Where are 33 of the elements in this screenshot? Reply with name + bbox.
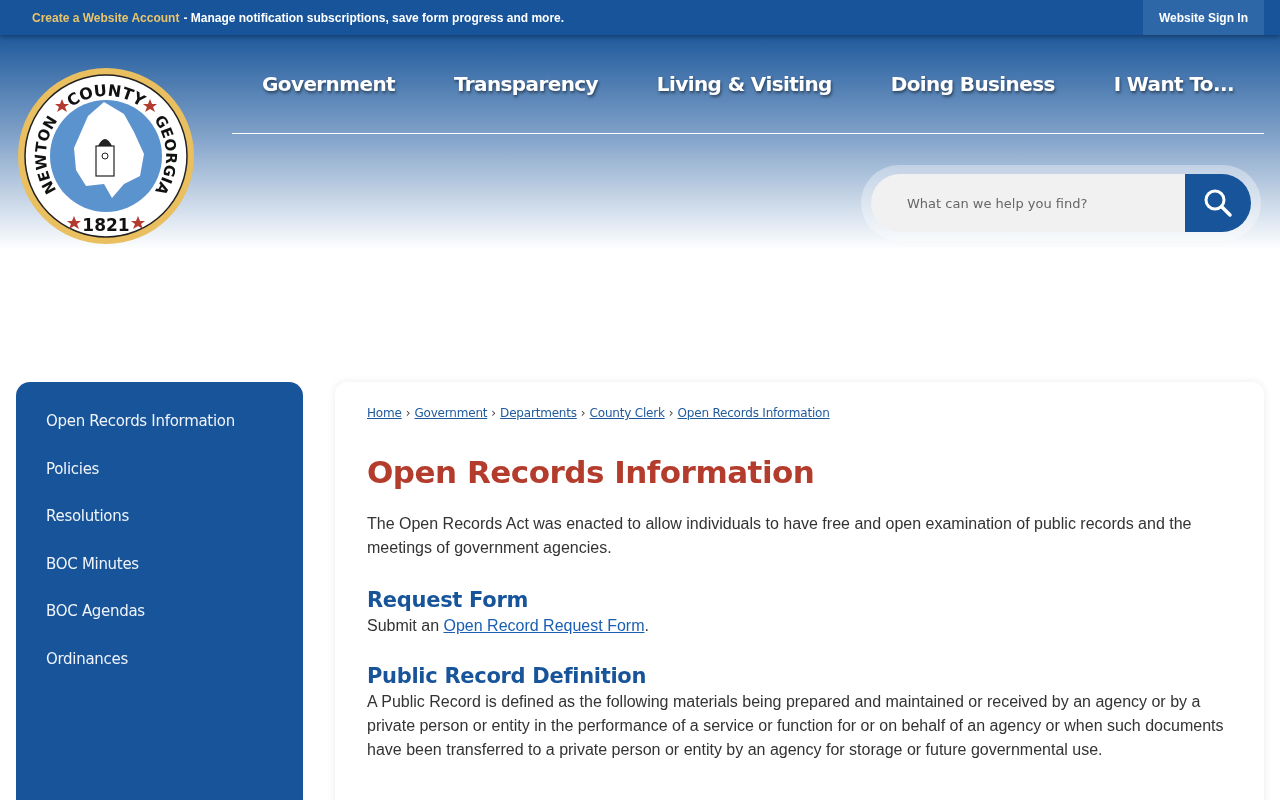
- breadcrumb-separator: ›: [668, 406, 674, 420]
- breadcrumb-separator: ›: [491, 406, 497, 420]
- request-form-link[interactable]: Open Record Request Form: [443, 617, 645, 634]
- sidebar-link[interactable]: Policies: [16, 451, 303, 499]
- breadcrumb-link[interactable]: Open Records Information: [677, 406, 830, 420]
- breadcrumb-separator: ›: [405, 406, 411, 420]
- create-account-link[interactable]: Create a Website Account: [32, 10, 180, 25]
- breadcrumb-link[interactable]: Government: [414, 406, 488, 420]
- intro-paragraph: The Open Records Act was enacted to allow individuals to have free and open examination of public records and the meetings of government agencies.: [367, 514, 1193, 558]
- breadcrumb-link[interactable]: Home: [367, 406, 402, 420]
- nav-link[interactable]: Government: [262, 72, 396, 96]
- sidebar-link[interactable]: Resolutions: [16, 499, 303, 547]
- sidebar-link[interactable]: BOC Minutes: [16, 546, 303, 594]
- section-heading: Request Form: [367, 588, 530, 612]
- sidebar-link[interactable]: BOC Agendas: [16, 594, 303, 642]
- nav-link[interactable]: Transparency: [453, 72, 599, 96]
- sidebar-link[interactable]: Ordinances: [16, 641, 303, 689]
- section-paragraph: A Public Record is defined as the following materials being prepared and maintained or received by an agency or by a private person or entity in the performance of a service or function for or on behalf of an agency or when such documents have been transferred to a private person or entity by an agency for storage or future governmental use.: [367, 692, 1225, 760]
- search-icon: [1203, 188, 1233, 218]
- search-button[interactable]: [1185, 174, 1251, 232]
- sidebar-link[interactable]: Open Records Information: [16, 404, 303, 452]
- nav-link[interactable]: Living & Visiting: [656, 72, 832, 96]
- account-message: - Manage notification subscriptions, save form progress and more.: [183, 10, 565, 25]
- page-title: Open Records Information: [367, 454, 816, 490]
- sign-in-button[interactable]: Website Sign In: [1142, 0, 1264, 35]
- nav-link[interactable]: Doing Business: [890, 72, 1055, 96]
- nav-link[interactable]: I Want To...: [1113, 72, 1234, 96]
- section-paragraph: Submit an Open Record Request Form.: [367, 616, 650, 636]
- breadcrumb-separator: ›: [580, 406, 586, 420]
- search-field[interactable]: What can we help you find?: [871, 174, 1185, 232]
- breadcrumb-link[interactable]: County Clerk: [589, 406, 665, 420]
- breadcrumb-link[interactable]: Departments: [500, 406, 577, 420]
- section-heading: Public Record Definition: [367, 664, 648, 688]
